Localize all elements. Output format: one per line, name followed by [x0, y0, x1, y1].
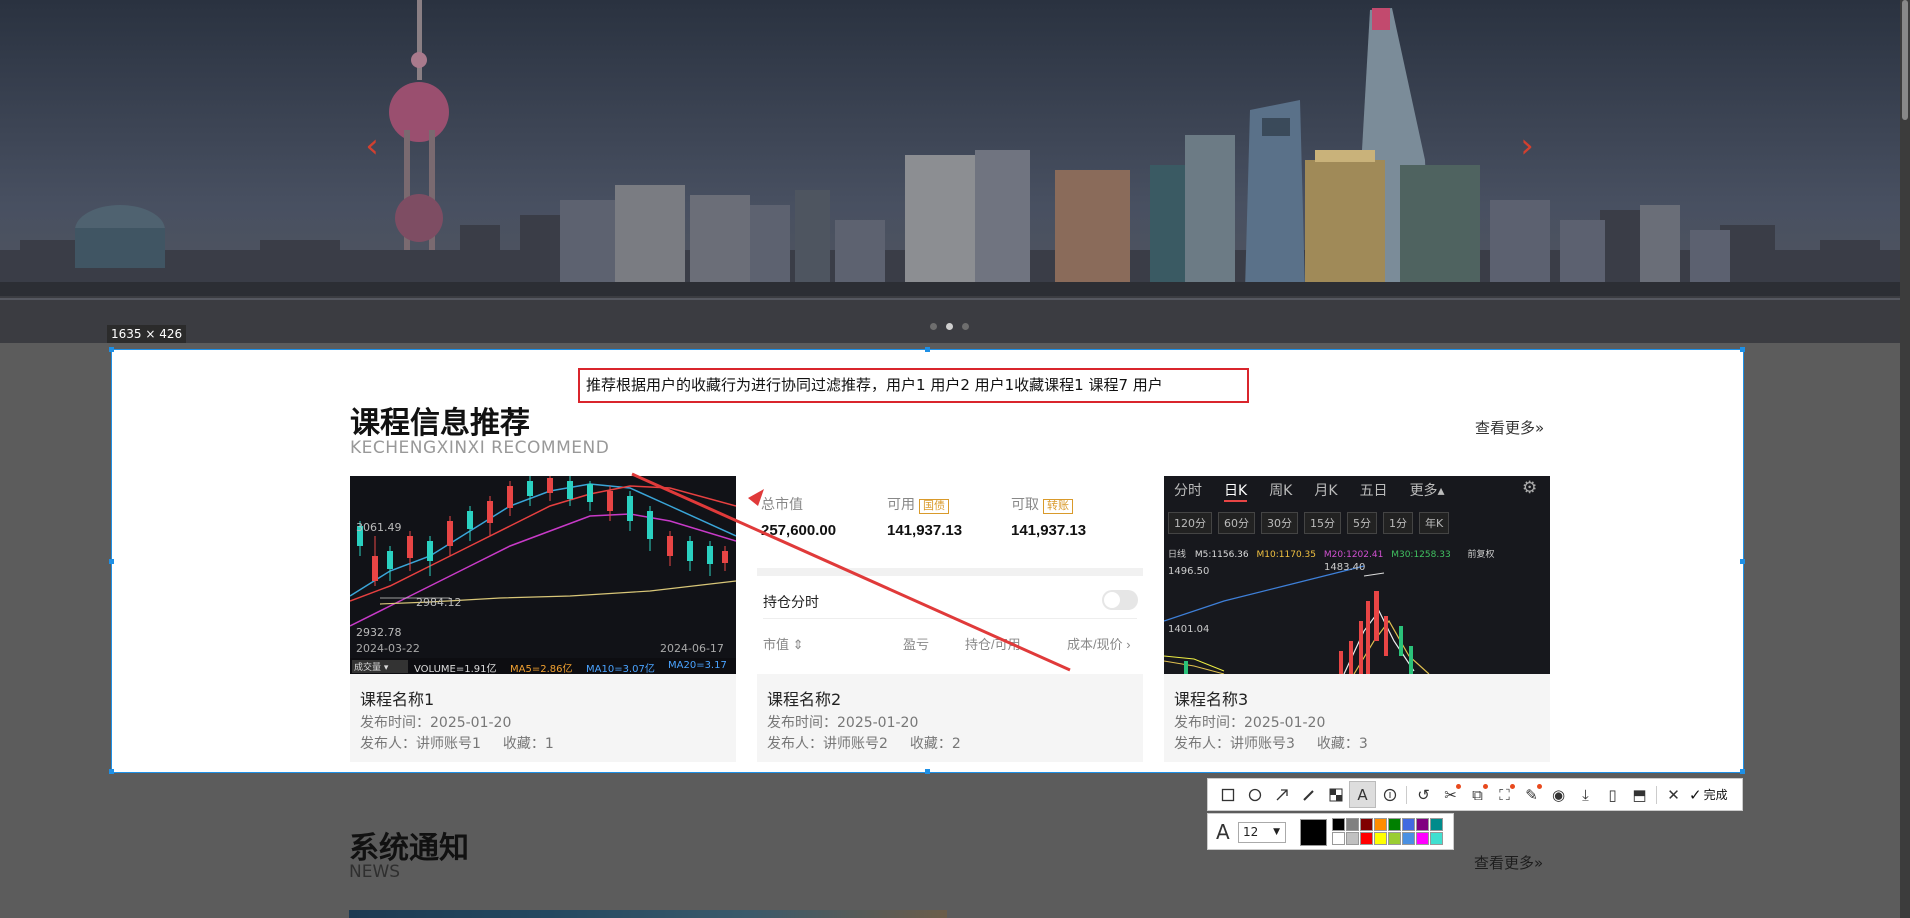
- translate-icon[interactable]: ⛶: [1491, 781, 1518, 808]
- carousel-dot-3[interactable]: [962, 323, 969, 330]
- color-swatch[interactable]: [1416, 832, 1429, 845]
- color-swatch[interactable]: [1416, 818, 1429, 831]
- number-icon[interactable]: [1376, 781, 1403, 808]
- done-button[interactable]: ✓ 完成: [1689, 786, 1728, 804]
- resize-handle-t[interactable]: [925, 347, 930, 352]
- resize-handle-bl[interactable]: [109, 769, 114, 774]
- carousel-prev-button[interactable]: ‹: [357, 128, 387, 164]
- ellipse-icon[interactable]: [1241, 781, 1268, 808]
- resize-handle-r[interactable]: [1740, 559, 1745, 564]
- color-swatch[interactable]: [1360, 832, 1373, 845]
- arrow-icon[interactable]: [1268, 781, 1295, 808]
- scrollbar-thumb[interactable]: [1902, 0, 1908, 120]
- done-label: 完成: [1703, 788, 1728, 802]
- carousel-next-button[interactable]: ›: [1512, 128, 1542, 164]
- color-swatch[interactable]: [1388, 818, 1401, 831]
- current-color-swatch[interactable]: [1300, 819, 1327, 846]
- resize-handle-tr[interactable]: [1740, 347, 1745, 352]
- font-size-value: 12: [1243, 825, 1259, 839]
- check-icon: ✓: [1689, 785, 1702, 804]
- capture-selection[interactable]: 课程信息推荐 KECHENGXINXI RECOMMEND 查看更多» 3061…: [109, 347, 1745, 774]
- color-swatch[interactable]: [1374, 818, 1387, 831]
- resize-handle-br[interactable]: [1740, 769, 1745, 774]
- carousel-dot-2[interactable]: [946, 323, 953, 330]
- news-see-more-link[interactable]: 查看更多»: [1474, 852, 1543, 873]
- font-icon: A: [1216, 820, 1230, 844]
- color-swatch[interactable]: [1374, 832, 1387, 845]
- resize-handle-tl[interactable]: [109, 347, 114, 352]
- resize-handle-l[interactable]: [109, 559, 114, 564]
- toolbar-separator: [1656, 785, 1657, 804]
- color-swatch[interactable]: [1402, 818, 1415, 831]
- toolbar-separator: [1406, 785, 1407, 804]
- color-swatch[interactable]: [1332, 832, 1345, 845]
- bookmark-icon[interactable]: ⬒: [1626, 781, 1653, 808]
- ocr-icon[interactable]: ⧉: [1464, 781, 1491, 808]
- text-icon[interactable]: A: [1349, 781, 1376, 808]
- pen-icon[interactable]: [1295, 781, 1322, 808]
- news-section-title: 系统通知: [349, 831, 469, 866]
- long-screenshot-icon[interactable]: ▯: [1599, 781, 1626, 808]
- news-section-subtitle: NEWS: [349, 862, 401, 882]
- color-swatch[interactable]: [1430, 832, 1443, 845]
- mosaic-icon[interactable]: [1322, 781, 1349, 808]
- rect-icon[interactable]: [1214, 781, 1241, 808]
- save-icon[interactable]: ⤓: [1572, 781, 1599, 808]
- scissors-icon[interactable]: ✂: [1437, 781, 1464, 808]
- color-swatch[interactable]: [1430, 818, 1443, 831]
- page-scrollbar[interactable]: [1900, 0, 1910, 918]
- cancel-icon[interactable]: ✕: [1660, 781, 1687, 808]
- news-image: [349, 910, 947, 918]
- record-icon[interactable]: ◉: [1545, 781, 1572, 808]
- color-swatch[interactable]: [1332, 818, 1345, 831]
- capture-size-label: 1635 × 426: [107, 325, 187, 343]
- color-swatch[interactable]: [1360, 818, 1373, 831]
- pin-icon[interactable]: ✎: [1518, 781, 1545, 808]
- color-swatch[interactable]: [1346, 832, 1359, 845]
- screenshot-toolbar: A ↺ ✂ ⧉ ⛶ ✎ ◉ ⤓ ▯ ⬒ ✕ ✓ 完成: [1207, 778, 1743, 811]
- skyline-image: [0, 0, 1900, 343]
- undo-icon[interactable]: ↺: [1410, 781, 1437, 808]
- color-swatch[interactable]: [1402, 832, 1415, 845]
- color-swatch[interactable]: [1388, 832, 1401, 845]
- hero-banner: ‹ ›: [0, 0, 1900, 343]
- carousel-indicators: [930, 323, 969, 330]
- font-size-select[interactable]: 12 ▼: [1238, 822, 1286, 843]
- annotation-text-box[interactable]: 推荐根据用户的收藏行为进行协同过滤推荐，用户1 用户2 用户1收藏课程1 课程7…: [578, 368, 1249, 403]
- chevron-down-icon: ▼: [1273, 827, 1280, 837]
- carousel-dot-1[interactable]: [930, 323, 937, 330]
- annotation-arrow[interactable]: [112, 350, 1745, 774]
- color-swatch[interactable]: [1346, 818, 1359, 831]
- text-style-toolbar: A 12 ▼: [1207, 813, 1454, 850]
- color-palette: [1332, 818, 1443, 845]
- resize-handle-b[interactable]: [925, 769, 930, 774]
